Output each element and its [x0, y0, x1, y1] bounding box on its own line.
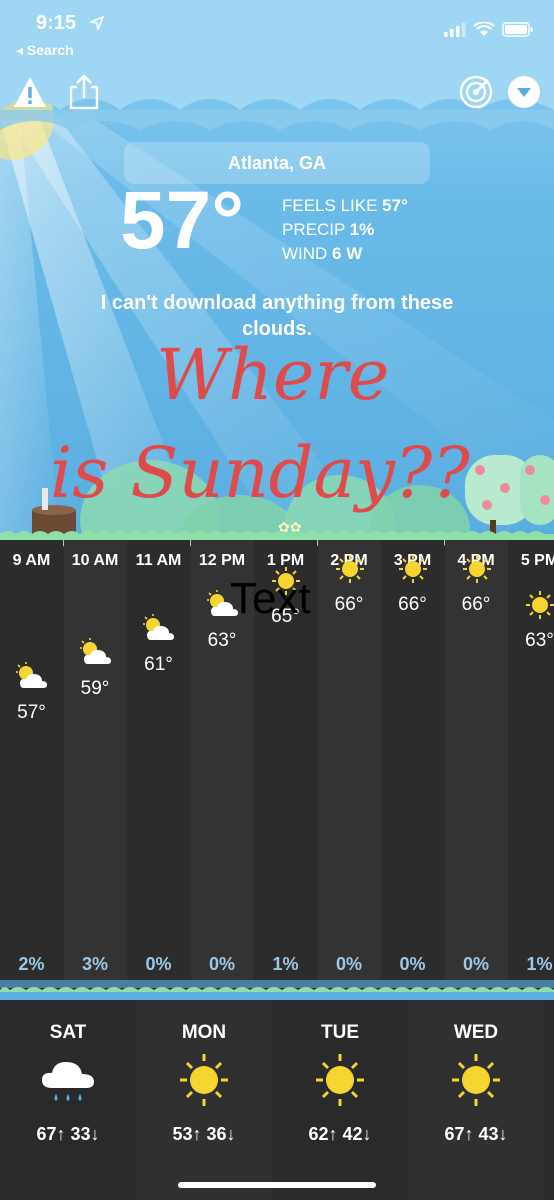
annotation-is-sunday: is Sunday??	[50, 432, 470, 514]
hourly-precip: 1%	[526, 954, 553, 974]
menu-dropdown-button[interactable]	[506, 74, 542, 110]
hourly-temp: 66°	[334, 594, 364, 615]
chevron-down-icon	[508, 76, 540, 108]
hourly-temp: 61°	[144, 654, 173, 675]
daily-day: WED	[453, 1022, 499, 1043]
daily-temp-range: 67↑ 43↓	[444, 1124, 508, 1144]
partly-cloudy-icon	[14, 662, 50, 692]
daily-item[interactable]: MON 53↑ 36↓	[136, 1000, 272, 1200]
hourly-precip: 2%	[18, 954, 45, 974]
daily-item[interactable]: TUE 62↑ 42↓	[272, 1000, 408, 1200]
daily-temp-range: 67↑ 33↓	[36, 1124, 100, 1144]
rain-cloud-icon	[40, 1050, 96, 1110]
hourly-precip: 0%	[399, 954, 426, 974]
hourly-item[interactable]: 9 AM 57° 2%	[0, 540, 63, 992]
hourly-time: 10 AM	[71, 552, 119, 569]
daily-day: MON	[181, 1022, 227, 1043]
wifi-icon	[474, 22, 494, 36]
hourly-temp: 63°	[207, 630, 237, 651]
sun-icon	[395, 554, 431, 584]
daily-temp-range: 53↑ 36↓	[172, 1124, 236, 1144]
home-indicator[interactable]	[178, 1182, 376, 1188]
sun-icon	[448, 1050, 504, 1110]
hourly-temp: 66°	[398, 594, 427, 615]
status-icons	[444, 22, 534, 37]
hourly-temp: 63°	[525, 630, 554, 651]
sun-icon	[176, 1050, 232, 1110]
share-icon	[69, 74, 99, 110]
location-arrow-icon	[90, 16, 104, 30]
back-to-search-link[interactable]: ◂ Search	[16, 42, 74, 59]
hourly-item[interactable]: 5 PM 63° 1%	[508, 540, 554, 992]
sun-icon	[522, 590, 554, 620]
hourly-time: 11 AM	[135, 552, 182, 569]
annotation-text-label: Text	[230, 574, 311, 623]
warning-icon	[14, 77, 46, 107]
wind-row: WIND 6 W	[282, 244, 363, 263]
alert-button[interactable]	[12, 74, 48, 110]
hourly-precip: 0%	[335, 954, 362, 974]
status-time: 9:15	[36, 12, 77, 34]
hourly-time: 9 AM	[12, 552, 51, 569]
daily-day: SAT	[49, 1022, 87, 1043]
sun-icon	[459, 554, 495, 584]
current-temperature: 57°	[120, 175, 245, 266]
hourly-precip: 3%	[81, 954, 108, 974]
feels-like-row: FEELS LIKE 57°	[282, 196, 408, 215]
radar-button[interactable]	[458, 74, 494, 110]
hourly-item[interactable]: 2 PM 66° 0%	[317, 540, 381, 992]
partly-cloudy-icon	[78, 638, 114, 668]
current-details: FEELS LIKE 57° PRECIP 1% WIND 6 W	[282, 194, 408, 266]
hourly-item[interactable]: 11 AM 61° 0%	[127, 540, 190, 992]
hourly-temp: 57°	[17, 702, 46, 723]
daily-item[interactable]: WED 67↑ 43↓	[408, 1000, 544, 1200]
daily-item[interactable]: SAT 67↑ 33↓	[0, 1000, 136, 1200]
hourly-temp: 66°	[461, 594, 491, 615]
hourly-precip: 0%	[462, 954, 489, 974]
location-label: Atlanta, GA	[227, 152, 326, 173]
grass-divider-bottom	[0, 987, 554, 992]
toolbar: Atlanta, GA	[0, 70, 554, 184]
sun-icon	[332, 554, 368, 584]
annotation-where: Where	[156, 334, 390, 416]
share-button[interactable]	[66, 74, 102, 110]
hourly-item[interactable]: 10 AM 59° 3%	[63, 540, 127, 992]
battery-icon	[502, 22, 533, 37]
hourly-item[interactable]: 4 PM 66° 0%	[444, 540, 508, 992]
daily-forecast[interactable]: SAT 67↑ 33↓ MON 53↑ 36↓ TUE 62↑ 42↓ WED 67↑ 43↓	[0, 1000, 554, 1200]
sun-icon	[312, 1050, 368, 1110]
hourly-precip: 0%	[145, 954, 172, 974]
radar-icon	[459, 75, 493, 109]
hourly-temp: 59°	[80, 678, 110, 699]
precip-row: PRECIP 1%	[282, 220, 375, 239]
signal-icon	[444, 22, 466, 37]
status-bar: 9:15 ◂ Search	[0, 0, 554, 70]
partly-cloudy-icon	[141, 614, 177, 644]
hourly-precip: 0%	[208, 954, 235, 974]
hourly-time: 12 PM	[198, 552, 246, 569]
hourly-time: 5 PM	[520, 552, 554, 569]
hourly-item[interactable]: 3 PM 66° 0%	[381, 540, 444, 992]
hourly-precip: 1%	[272, 954, 299, 974]
daily-day: TUE	[321, 1022, 359, 1043]
daily-temp-range: 62↑ 42↓	[308, 1124, 372, 1144]
